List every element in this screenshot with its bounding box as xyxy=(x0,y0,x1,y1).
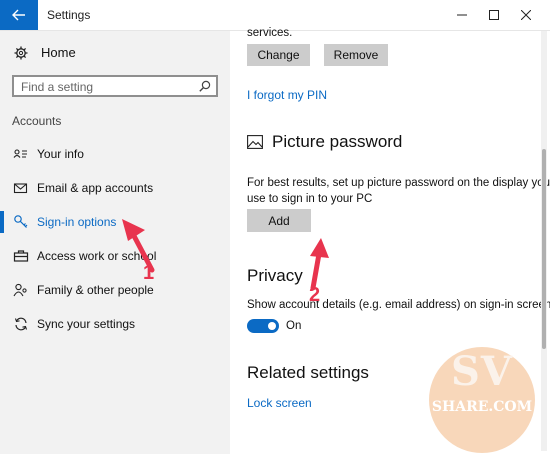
sidebar-item-sign-in-options[interactable]: Sign-in options xyxy=(0,205,230,239)
change-button[interactable]: Change xyxy=(247,44,310,66)
close-icon xyxy=(521,10,531,20)
search-icon[interactable] xyxy=(199,80,211,92)
sidebar-item-family[interactable]: Family & other people xyxy=(0,273,230,307)
home-label: Home xyxy=(41,45,76,60)
close-button[interactable] xyxy=(510,0,542,30)
home-nav-item[interactable]: Home xyxy=(14,45,76,60)
picture-password-heading: Picture password xyxy=(272,132,403,151)
annotation-number-2: 2 xyxy=(309,284,321,306)
scrollbar-thumb[interactable] xyxy=(542,149,546,349)
services-text: services. xyxy=(247,27,293,39)
sidebar-item-email-accounts[interactable]: Email & app accounts xyxy=(0,171,230,205)
key-icon xyxy=(14,215,28,228)
picture-password-desc-line1: For best results, set up picture passwor… xyxy=(247,177,550,189)
picture-icon xyxy=(247,135,263,149)
gear-icon xyxy=(14,46,28,59)
lock-screen-link[interactable]: Lock screen xyxy=(247,396,312,410)
sidebar: Home Find a setting Accounts Your info E… xyxy=(0,31,230,454)
selection-indicator xyxy=(0,211,4,233)
maximize-button[interactable] xyxy=(478,0,510,30)
briefcase-icon xyxy=(13,250,29,262)
accounts-section-label: Accounts xyxy=(12,114,62,128)
back-button[interactable] xyxy=(0,0,38,30)
sync-icon xyxy=(14,317,28,331)
sidebar-item-label: Sync your settings xyxy=(37,317,136,331)
search-input[interactable]: Find a setting xyxy=(12,75,218,97)
watermark-text-sv: SV xyxy=(451,348,513,395)
toggle-state-label: On xyxy=(286,320,302,332)
window-title: Settings xyxy=(47,8,91,22)
account-details-toggle[interactable] xyxy=(247,319,279,333)
sidebar-item-label: Email & app accounts xyxy=(37,181,154,195)
toggle-knob xyxy=(268,322,276,330)
maximize-icon xyxy=(489,10,499,20)
related-settings-heading: Related settings xyxy=(247,363,369,382)
minimize-button[interactable] xyxy=(446,0,478,30)
mail-icon xyxy=(13,183,28,194)
sidebar-item-sync[interactable]: Sync your settings xyxy=(0,307,230,341)
watermark-text-share: SHARE.COM xyxy=(431,399,533,415)
arrow-left-icon xyxy=(12,9,25,21)
people-icon xyxy=(13,283,27,297)
privacy-description: Show account details (e.g. email address… xyxy=(247,299,550,311)
person-card-icon xyxy=(13,149,27,158)
remove-button[interactable]: Remove xyxy=(324,44,388,66)
forgot-pin-link[interactable]: I forgot my PIN xyxy=(247,88,327,102)
watermark-logo: SV SHARE.COM xyxy=(426,344,538,454)
sidebar-item-access-work[interactable]: Access work or school xyxy=(0,239,230,273)
add-picture-password-button[interactable]: Add xyxy=(247,209,311,232)
sidebar-item-label: Sign-in options xyxy=(37,215,117,229)
sidebar-item-label: Your info xyxy=(37,147,84,161)
sidebar-item-your-info[interactable]: Your info xyxy=(0,137,230,171)
annotation-number-1: 1 xyxy=(143,262,155,284)
picture-password-desc-line2: use to sign in to your PC xyxy=(247,193,373,205)
search-placeholder: Find a setting xyxy=(21,80,94,94)
privacy-heading: Privacy xyxy=(247,266,303,285)
settings-window: Settings Home Find a setting Accounts Yo… xyxy=(0,0,550,454)
scrollbar[interactable] xyxy=(541,31,547,451)
minimize-icon xyxy=(457,14,467,16)
sidebar-item-label: Family & other people xyxy=(37,283,154,297)
